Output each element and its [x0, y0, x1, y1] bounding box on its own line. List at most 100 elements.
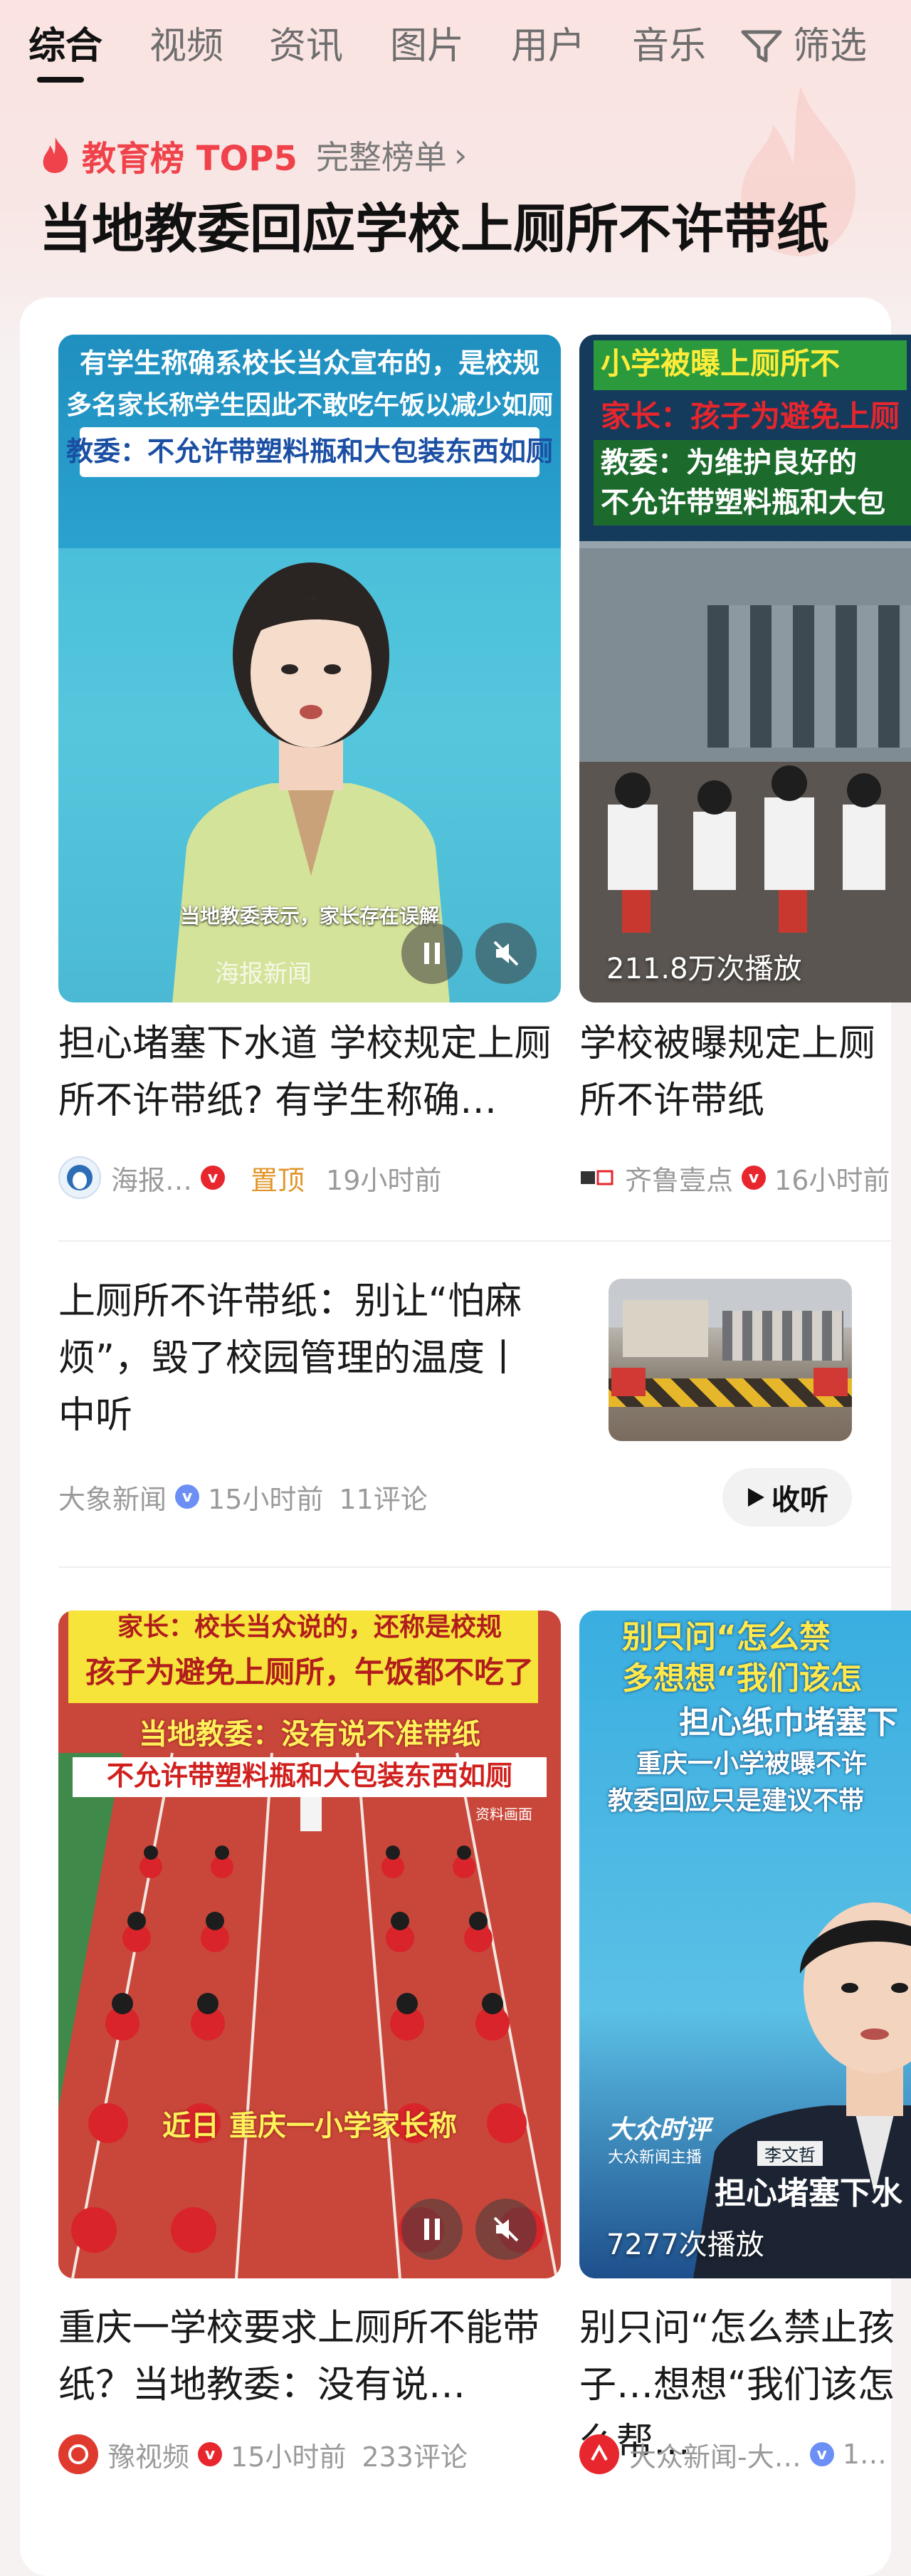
muted-speaker-icon: [493, 941, 519, 966]
pause-button[interactable]: [401, 923, 463, 984]
author-name[interactable]: 大众新闻-大…: [629, 2435, 801, 2474]
mute-button[interactable]: [475, 923, 537, 984]
footage-tag: 资料画面: [475, 1806, 532, 1823]
video-meta: 海报… v 置顶 19小时前: [58, 1156, 441, 1199]
author-name[interactable]: 齐鲁壹点: [625, 1158, 733, 1198]
sign-board: [611, 1368, 646, 1396]
article-title-line: 上厕所不许带纸：别让“怕麻: [58, 1280, 522, 1323]
caption-line: 不允许带塑料瓶和大包装东西如厕: [106, 1760, 512, 1791]
post-time: 19小时前: [326, 1164, 442, 1196]
play-count: 211.8万次播放: [606, 953, 802, 985]
source-name[interactable]: 大象新闻: [58, 1477, 167, 1517]
pinned-tag: 置顶: [251, 1164, 305, 1196]
video-title[interactable]: 担心堵塞下水道 学校规定上厕所不许带纸? 有学生称确…: [58, 1015, 571, 1129]
video-thumbnail[interactable]: 别只问“怎么禁 多想想“我们该怎 担心纸巾堵塞下 重庆一小学被曝不许 教委回应只…: [579, 1611, 911, 2278]
article-meta: 大象新闻 v 15小时前 11评论: [58, 1475, 428, 1518]
comment-count[interactable]: 11评论: [339, 1477, 427, 1517]
tab-video[interactable]: 视频: [149, 21, 223, 71]
article-title: 上厕所不许带纸：别让“怕麻 烦”，毁了校园管理的温度丨 中听: [58, 1273, 571, 1444]
pause-icon: [424, 2219, 440, 2240]
video-title[interactable]: 重庆一学校要求上厕所不能带纸？当地教委：没有说…: [58, 2300, 571, 2414]
video-meta: 齐鲁壹点 v 16小时前: [579, 1156, 890, 1199]
author-name[interactable]: 豫视频: [108, 2435, 189, 2474]
tab-news[interactable]: 资讯: [269, 21, 343, 71]
qilu-logo-icon: [581, 1170, 614, 1185]
post-time: 15小时前: [208, 1483, 324, 1515]
building-shape: [623, 1300, 708, 1357]
penguin-logo-icon: [67, 1165, 93, 1190]
play-count: 7277次播放: [606, 2229, 764, 2261]
listen-button[interactable]: 收听: [722, 1468, 852, 1527]
tab-music[interactable]: 音乐: [632, 21, 706, 71]
hot-flame-icon: [43, 137, 68, 173]
lower-caption: 担心堵塞下水: [715, 2175, 902, 2211]
filter-icon: [741, 30, 782, 63]
verified-badge-icon: v: [198, 2442, 223, 2466]
building-shape: [722, 1311, 843, 1361]
yu-logo-icon: [68, 2444, 88, 2464]
caption-line: 教委：不允许带塑料瓶和大包装东西如厕: [65, 436, 553, 467]
filter-button[interactable]: 筛选: [740, 21, 867, 71]
news-anchor-figure: [693, 1902, 911, 2278]
rank-bar[interactable]: 教育榜 TOP5 完整榜单 ›: [39, 130, 467, 181]
tab-all[interactable]: 综合: [28, 21, 102, 71]
topic-headline[interactable]: 当地教委回应学校上厕所不许带纸: [39, 194, 829, 265]
author-avatar[interactable]: [579, 2434, 619, 2474]
caption-line: 别只问“怎么禁: [622, 1619, 831, 1655]
video-meta: 大众新闻-大… v 1…: [579, 2433, 887, 2476]
rank-title: 教育榜 TOP5: [82, 139, 297, 179]
video-title[interactable]: 学校被曝规定上厕所不许带纸: [579, 1015, 911, 1129]
post-time: 16小时前: [774, 1164, 890, 1196]
divider: [58, 1566, 891, 1568]
author-name[interactable]: 海报…: [111, 1158, 192, 1198]
tab-users[interactable]: 用户: [511, 21, 585, 71]
video-row-2: 家长：校长当众说的，还称是校规 孩子为避免上厕所，午饭都不吃了 当地教委：没有说…: [58, 1611, 911, 2280]
caption-line: 不允许带塑料瓶和大包: [601, 486, 885, 519]
caption-line: 当地教委：没有说不准带纸: [139, 1718, 480, 1751]
article-title-line: 烦”，毁了校园管理的温度丨: [58, 1337, 522, 1380]
mute-button[interactable]: [475, 2199, 537, 2260]
caption-line: 多名家长称学生因此不敢吃午饭以减少如厕: [65, 391, 553, 420]
verified-badge-icon: v: [809, 2442, 834, 2466]
video-thumbnail[interactable]: 小学被曝上厕所不 家长：孩子为避免上厕 教委：为维护良好的 不允许带塑料瓶和大包…: [579, 335, 911, 1002]
article-title-line: 中听: [58, 1394, 133, 1437]
active-tab-indicator: [37, 77, 84, 83]
caption-line: 家长：孩子为避免上厕: [601, 399, 900, 434]
caption-line: 家长：校长当众说的，还称是校规: [117, 1613, 502, 1642]
author-avatar[interactable]: [579, 1158, 615, 1198]
post-time: 1…: [842, 2439, 887, 2470]
video-thumbnail[interactable]: 有学生称确系校长当众宣布的，是校规 多名家长称学生因此不敢吃午饭以减少如厕 教委…: [58, 335, 561, 1002]
article-thumbnail[interactable]: [609, 1279, 852, 1441]
caption-line: 小学被曝上厕所不: [601, 346, 841, 381]
full-ranking-link[interactable]: 完整榜单: [316, 132, 447, 179]
video-thumbnail[interactable]: 家长：校长当众说的，还称是校规 孩子为避免上厕所，午饭都不吃了 当地教委：没有说…: [58, 1611, 561, 2278]
verified-badge-icon: v: [742, 1166, 767, 1190]
caption-line: 教委回应只是建议不带: [608, 1786, 865, 1816]
anchor-role: 大众新闻主播: [608, 2149, 702, 2167]
comment-count[interactable]: 233评论: [362, 2435, 468, 2474]
author-avatar[interactable]: [58, 2434, 98, 2474]
video-watermark: 海报新闻: [215, 960, 312, 988]
pause-icon: [424, 943, 440, 964]
verified-badge-icon: v: [201, 1166, 226, 1190]
caption-line: 教委：为维护良好的: [601, 446, 857, 479]
anchor-name: 李文哲: [757, 2141, 823, 2166]
video-subtitle: 当地教委表示，家长存在误解: [179, 904, 439, 928]
filter-label: 筛选: [793, 25, 868, 68]
chevron-right-icon: ›: [453, 136, 468, 174]
caption-line: 担心纸巾堵塞下: [679, 1705, 898, 1741]
sign-board: [813, 1368, 848, 1396]
pause-button[interactable]: [401, 2199, 463, 2260]
video-meta: 豫视频 v 15小时前 233评论: [58, 2433, 468, 2476]
divider: [58, 1240, 891, 1242]
dazhong-logo-icon: [591, 2444, 608, 2461]
author-avatar[interactable]: [58, 1156, 101, 1199]
caption-line: 重庆一小学被曝不许: [636, 1749, 868, 1779]
caption-line: 孩子为避免上厕所，午饭都不吃了: [85, 1655, 534, 1690]
listen-label: 收听: [772, 1484, 828, 1517]
tab-images[interactable]: 图片: [390, 21, 464, 71]
play-icon: [748, 1488, 764, 1507]
search-tabs: 综合 视频 资讯 图片 用户 音乐 筛选: [0, 0, 911, 107]
caption-line: 多想想“我们该怎: [622, 1660, 862, 1697]
caption-line: 有学生称确系校长当众宣布的，是校规: [79, 347, 539, 379]
